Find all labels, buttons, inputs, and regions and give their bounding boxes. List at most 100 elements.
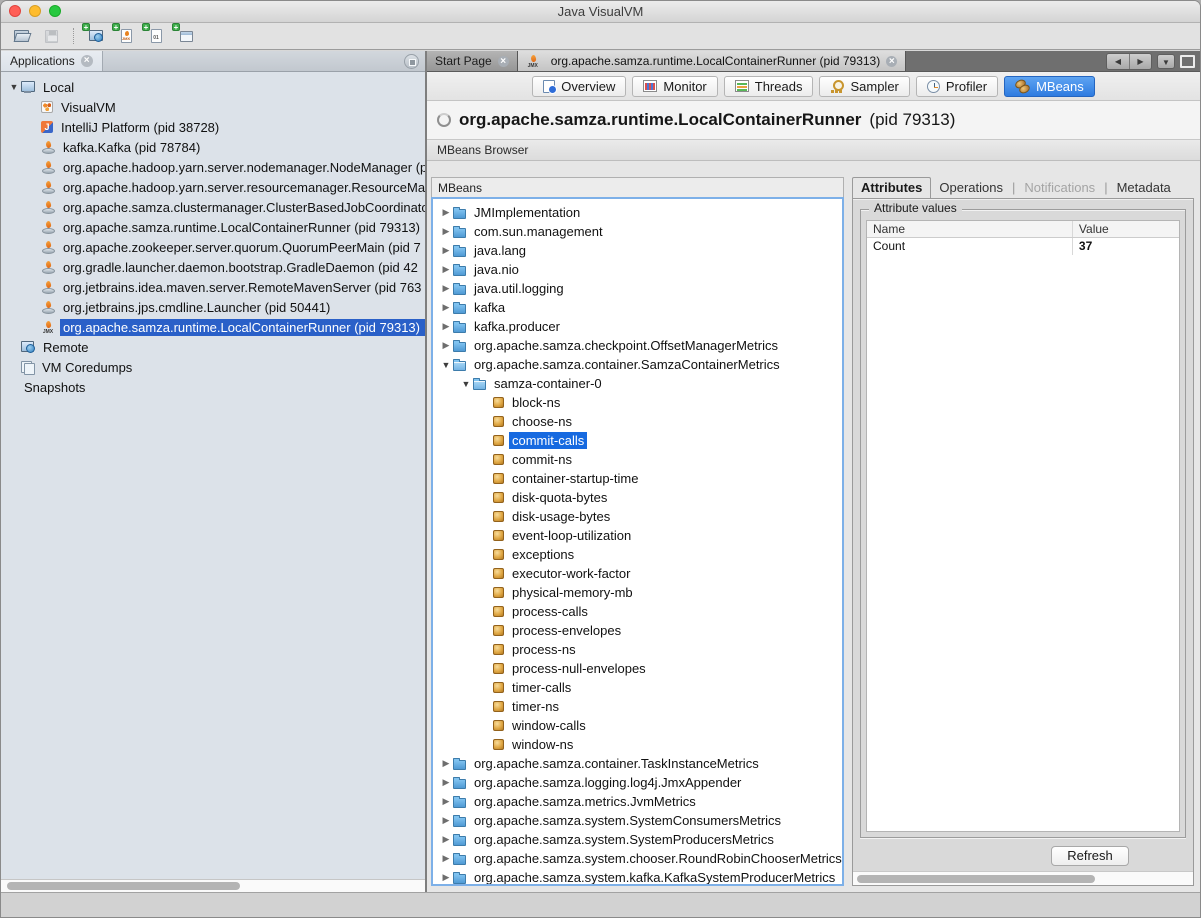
application-tree-item[interactable]: org.apache.hadoop.yarn.server.resourcema…: [1, 177, 425, 197]
disclosure-triangle-icon[interactable]: [439, 245, 453, 256]
mbean-tree-item[interactable]: org.apache.samza.system.chooser.RoundRob…: [433, 849, 842, 868]
disclosure-triangle-icon[interactable]: [439, 360, 453, 370]
close-icon[interactable]: [498, 56, 509, 67]
applications-hscrollbar[interactable]: [1, 879, 425, 892]
add-jmx-connection-button[interactable]: +: [116, 26, 136, 46]
mbean-tree-item[interactable]: org.apache.samza.metrics.JvmMetrics: [433, 792, 842, 811]
disclosure-triangle-icon[interactable]: [439, 796, 453, 807]
mbean-tree-item[interactable]: container-startup-time: [433, 469, 842, 488]
load-snapshot-button[interactable]: [11, 26, 31, 46]
mbean-tree-item[interactable]: block-ns: [433, 393, 842, 412]
disclosure-triangle-icon[interactable]: [439, 758, 453, 769]
tab-mbeans[interactable]: MBeans: [1004, 76, 1095, 97]
disclosure-triangle-icon[interactable]: [439, 226, 453, 237]
tab-applications[interactable]: Applications: [1, 51, 103, 71]
mbean-tree-item[interactable]: process-envelopes: [433, 621, 842, 640]
mbean-tree-item[interactable]: org.apache.samza.system.SystemConsumersM…: [433, 811, 842, 830]
add-remote-host-button[interactable]: +: [86, 26, 106, 46]
mbean-tree-item[interactable]: kafka.producer: [433, 317, 842, 336]
attributes-hscrollbar[interactable]: [853, 871, 1193, 885]
tab-operations[interactable]: Operations: [931, 178, 1011, 198]
application-tree-item[interactable]: org.gradle.launcher.daemon.bootstrap.Gra…: [1, 257, 425, 277]
minimize-panel-button[interactable]: [404, 54, 419, 69]
scrollbar-thumb[interactable]: [857, 875, 1095, 883]
disclosure-triangle-icon[interactable]: [439, 302, 453, 313]
tab-metadata[interactable]: Metadata: [1109, 178, 1179, 198]
forward-arrow-icon[interactable]: ▶: [1129, 54, 1151, 69]
mbean-tree-item[interactable]: org.apache.samza.system.kafka.KafkaSyste…: [433, 868, 842, 886]
refresh-button[interactable]: Refresh: [1051, 846, 1129, 866]
mbean-tree-item[interactable]: disk-usage-bytes: [433, 507, 842, 526]
application-tree-item[interactable]: org.jetbrains.jps.cmdline.Launcher (pid …: [1, 297, 425, 317]
mbean-tree-item[interactable]: choose-ns: [433, 412, 842, 431]
column-header-name[interactable]: Name: [867, 221, 1073, 237]
mbean-tree-item[interactable]: exceptions: [433, 545, 842, 564]
application-tree-item[interactable]: org.apache.hadoop.yarn.server.nodemanage…: [1, 157, 425, 177]
mbean-tree-item[interactable]: window-ns: [433, 735, 842, 754]
application-tree-item[interactable]: org.apache.samza.runtime.LocalContainerR…: [1, 317, 425, 337]
column-header-value[interactable]: Value: [1073, 221, 1179, 237]
tab-overview[interactable]: Overview: [532, 76, 626, 97]
mbean-tree-item[interactable]: window-calls: [433, 716, 842, 735]
table-row[interactable]: Count 37: [867, 238, 1179, 255]
application-tree-item[interactable]: org.apache.samza.clustermanager.ClusterB…: [1, 197, 425, 217]
mbean-tree-item[interactable]: java.util.logging: [433, 279, 842, 298]
mbean-tree-item[interactable]: process-calls: [433, 602, 842, 621]
mbean-tree-item[interactable]: timer-calls: [433, 678, 842, 697]
tab-attributes[interactable]: Attributes: [852, 177, 931, 198]
back-arrow-icon[interactable]: ◀: [1107, 54, 1129, 69]
mbean-tree-item[interactable]: kafka: [433, 298, 842, 317]
application-tree-item[interactable]: Remote: [1, 337, 425, 357]
disclosure-triangle-icon[interactable]: [439, 834, 453, 845]
mbean-tree-item[interactable]: org.apache.samza.container.TaskInstanceM…: [433, 754, 842, 773]
tab-local-container-runner[interactable]: org.apache.samza.runtime.LocalContainerR…: [518, 51, 907, 71]
mbean-tree-item[interactable]: timer-ns: [433, 697, 842, 716]
add-snapshot-button[interactable]: +: [146, 26, 166, 46]
mbean-tree-item[interactable]: commit-calls: [433, 431, 842, 450]
disclosure-triangle-icon[interactable]: [439, 853, 453, 864]
application-tree-item[interactable]: VM Coredumps: [1, 357, 425, 377]
maximize-icon[interactable]: [1180, 55, 1195, 68]
disclosure-triangle-icon[interactable]: [439, 283, 453, 294]
mbean-tree-item[interactable]: disk-quota-bytes: [433, 488, 842, 507]
application-tree-item[interactable]: VisualVM: [1, 97, 425, 117]
tab-profiler[interactable]: Profiler: [916, 76, 998, 97]
mbean-tree-item[interactable]: java.nio: [433, 260, 842, 279]
mbean-tree-item[interactable]: com.sun.management: [433, 222, 842, 241]
mbean-tree-item[interactable]: process-null-envelopes: [433, 659, 842, 678]
tab-start-page[interactable]: Start Page: [427, 51, 518, 71]
disclosure-triangle-icon[interactable]: [439, 321, 453, 332]
mbean-tree-item[interactable]: org.apache.samza.container.SamzaContaine…: [433, 355, 842, 374]
tab-monitor[interactable]: Monitor: [632, 76, 717, 97]
disclosure-triangle-icon[interactable]: [459, 379, 473, 389]
mbean-tree-item[interactable]: org.apache.samza.system.SystemProducersM…: [433, 830, 842, 849]
application-tree-item[interactable]: kafka.Kafka (pid 78784): [1, 137, 425, 157]
mbean-tree-item[interactable]: java.lang: [433, 241, 842, 260]
application-tree-item[interactable]: org.jetbrains.idea.maven.server.RemoteMa…: [1, 277, 425, 297]
application-tree-item[interactable]: org.apache.samza.runtime.LocalContainerR…: [1, 217, 425, 237]
mbean-tree-item[interactable]: JMImplementation: [433, 203, 842, 222]
mbean-tree-item[interactable]: samza-container-0: [433, 374, 842, 393]
application-tree-item[interactable]: Local: [1, 77, 425, 97]
disclosure-triangle-icon[interactable]: [7, 82, 21, 92]
minimize-window-button[interactable]: [29, 5, 41, 17]
application-tree-item[interactable]: Snapshots: [1, 377, 425, 397]
disclosure-triangle-icon[interactable]: [439, 207, 453, 218]
add-application-snapshot-button[interactable]: +: [176, 26, 196, 46]
close-icon[interactable]: [81, 55, 93, 67]
application-tree-item[interactable]: IntelliJ Platform (pid 38728): [1, 117, 425, 137]
disclosure-triangle-icon[interactable]: [439, 815, 453, 826]
disclosure-triangle-icon[interactable]: [439, 264, 453, 275]
disclosure-triangle-icon[interactable]: [439, 777, 453, 788]
mbean-tree-item[interactable]: commit-ns: [433, 450, 842, 469]
disclosure-triangle-icon[interactable]: [439, 872, 453, 883]
scrollbar-thumb[interactable]: [7, 882, 240, 890]
mbean-tree-item[interactable]: org.apache.samza.logging.log4j.JmxAppend…: [433, 773, 842, 792]
mbean-tree-item[interactable]: executor-work-factor: [433, 564, 842, 583]
tab-list-icon[interactable]: ▼: [1157, 54, 1175, 69]
application-tree-item[interactable]: org.apache.zookeeper.server.quorum.Quoru…: [1, 237, 425, 257]
mbean-tree-item[interactable]: physical-memory-mb: [433, 583, 842, 602]
tab-sampler[interactable]: Sampler: [819, 76, 909, 97]
mbean-tree-item[interactable]: event-loop-utilization: [433, 526, 842, 545]
zoom-window-button[interactable]: [49, 5, 61, 17]
